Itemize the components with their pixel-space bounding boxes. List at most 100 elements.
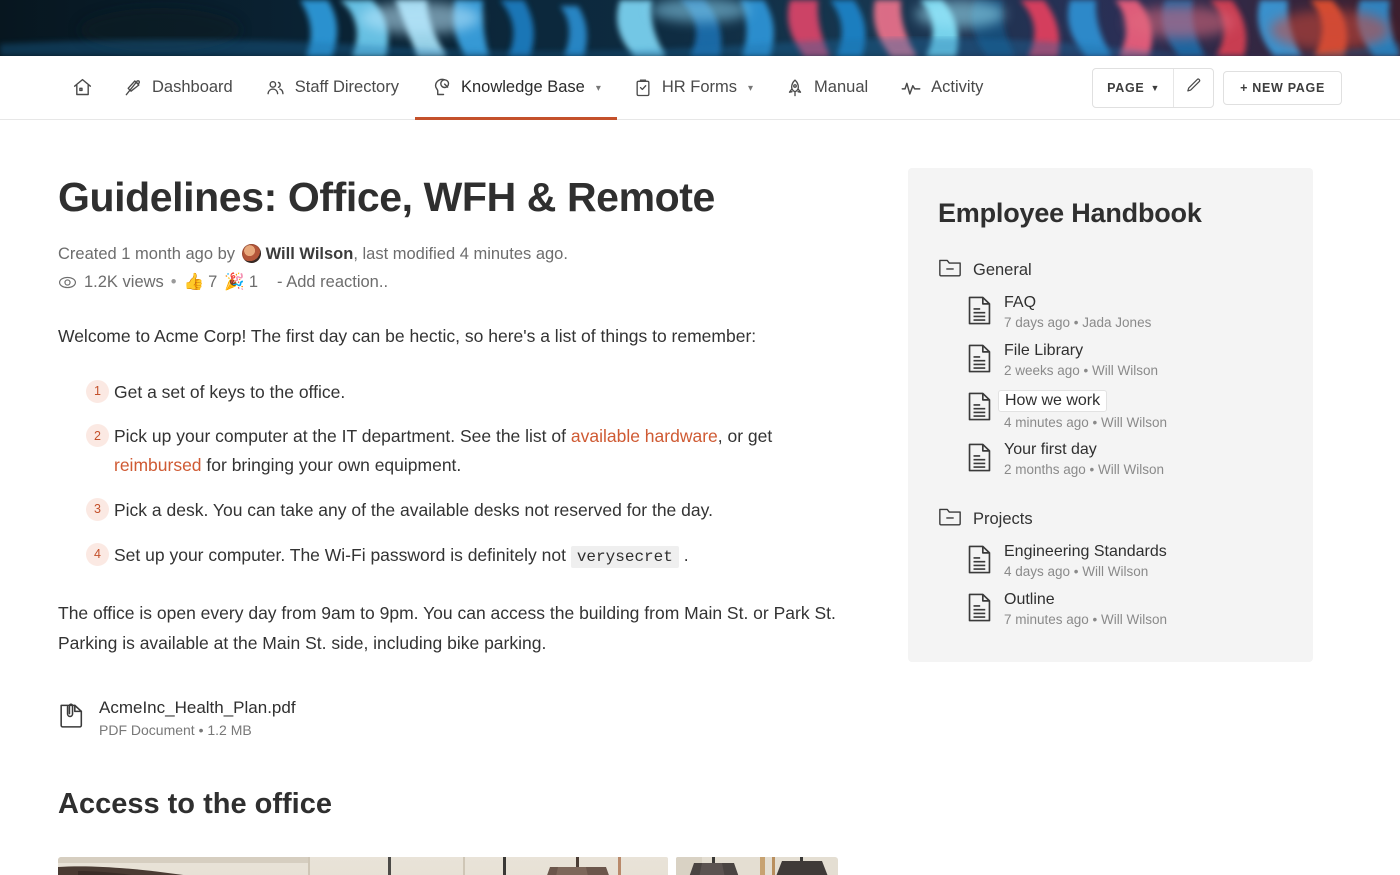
thumbs-up-icon: 👍	[183, 273, 205, 292]
nav-label-activity: Activity	[931, 78, 984, 96]
office-hours-paragraph: The office is open every day from 9am to…	[58, 603, 836, 653]
meta-created-prefix: Created 1 month ago by	[58, 244, 236, 263]
link-reimbursed[interactable]: reimbursed	[114, 455, 202, 475]
edit-page-button[interactable]	[1173, 68, 1213, 107]
chevron-down-icon[interactable]: ▾	[596, 83, 601, 94]
folder-label: Projects	[973, 509, 1033, 528]
step-text: Pick up your computer at the IT departme…	[114, 426, 571, 447]
image-gallery	[58, 857, 838, 875]
nav-item-manual[interactable]: Manual	[769, 56, 884, 120]
gallery-image-lamp-closeup[interactable]	[676, 857, 838, 875]
step-number: 1	[86, 379, 109, 403]
pencil-icon	[1185, 77, 1202, 99]
eye-icon	[58, 273, 77, 292]
step-text: .	[678, 545, 689, 566]
home-icon	[72, 77, 93, 98]
attachment-meta: PDF Document • 1.2 MB	[99, 722, 252, 739]
stats-separator: •	[170, 273, 177, 292]
caret-down-icon: ▼	[1150, 82, 1161, 93]
banner-artwork	[0, 0, 1400, 56]
new-page-button[interactable]: + NEW PAGE	[1223, 70, 1342, 105]
nav-label-manual: Manual	[814, 78, 869, 96]
step-text: , or get	[717, 426, 773, 447]
sidebar-page-meta: 2 weeks ago • Will Wilson	[1004, 363, 1159, 378]
sidebar-page-title: Engineering Standards	[1004, 543, 1167, 560]
sidebar-folder-general[interactable]: General	[938, 257, 1283, 283]
nav-label-dashboard: Dashboard	[152, 78, 233, 96]
main-navigation: Dashboard Staff Directory Knowledge Base	[0, 56, 1400, 120]
nav-label-staff-directory: Staff Directory	[294, 78, 399, 96]
intro-paragraph: Welcome to Acme Corp! The first day can …	[58, 326, 757, 347]
nav-item-home[interactable]	[58, 56, 107, 120]
sidebar-page-file-library[interactable]: File Library 2 weeks ago • Will Wilson	[938, 341, 1283, 379]
office-pendant-lamps-photo	[58, 857, 668, 875]
page-banner-image	[0, 0, 1400, 56]
sidebar-page-engineering-standards[interactable]: Engineering Standards 4 days ago • Will …	[938, 542, 1283, 580]
step-number: 2	[86, 424, 109, 448]
meta-author[interactable]: Will Wilson	[266, 245, 354, 263]
nav-actions: PAGE ▼ + NEW PAGE	[1092, 67, 1342, 108]
step-text: Get a set of keys to the office.	[114, 381, 346, 402]
sidebar-page-info: How we work 4 minutes ago • Will Wilson	[998, 389, 1168, 430]
page-title: Guidelines: Office, WFH & Remote	[58, 174, 715, 220]
sidebar-page-meta: 4 minutes ago • Will Wilson	[1004, 415, 1168, 430]
nav-item-dashboard[interactable]: Dashboard	[107, 56, 249, 120]
sidebar-page-info: Your first day 2 months ago • Will Wilso…	[1004, 440, 1164, 477]
sidebar-page-title: FAQ	[1004, 294, 1037, 311]
list-item: 1 Get a set of keys to the office.	[58, 378, 858, 407]
add-reaction-button[interactable]: - Add reaction..	[277, 273, 388, 292]
chevron-down-icon[interactable]: ▾	[748, 83, 753, 94]
avatar	[241, 243, 261, 263]
step-text: Pick a desk. You can take any of the ava…	[114, 500, 713, 521]
step-text: for bringing your own equipment.	[201, 455, 462, 476]
pulse-icon	[900, 77, 922, 99]
sidebar-page-info: Engineering Standards 4 days ago • Will …	[1004, 542, 1167, 579]
nav-label-knowledge-base: Knowledge Base	[460, 78, 585, 96]
wifi-password-code: verysecret	[570, 546, 679, 569]
sidebar-page-your-first-day[interactable]: Your first day 2 months ago • Will Wilso…	[938, 440, 1283, 478]
document-stats: 1.2K views • 👍 7 🎉 1 - Add reaction..	[58, 273, 858, 292]
nav-item-knowledge-base[interactable]: Knowledge Base ▾	[414, 56, 617, 120]
sidebar-page-meta: 7 days ago • Jada Jones	[1004, 315, 1152, 330]
rocket-icon	[785, 78, 805, 98]
gallery-image-lamps[interactable]	[58, 857, 668, 875]
attachment-card[interactable]: AcmeInc_Health_Plan.pdf PDF Document • 1…	[58, 698, 858, 738]
document-icon	[966, 544, 993, 580]
sidebar-page-outline[interactable]: Outline 7 minutes ago • Will Wilson	[938, 590, 1283, 628]
sidebar: Employee Handbook General FAQ 7 days ago…	[908, 120, 1313, 875]
page-dropdown-button[interactable]: PAGE ▼	[1093, 69, 1173, 107]
nav-item-activity[interactable]: Activity	[884, 56, 999, 120]
reaction-party-popper[interactable]: 🎉 1	[224, 273, 258, 292]
people-icon	[265, 77, 286, 98]
section-heading-access: Access to the office	[58, 788, 332, 821]
sidebar-page-meta: 2 months ago • Will Wilson	[1004, 462, 1165, 477]
reaction-count-party-popper: 1	[248, 273, 259, 292]
sidebar-page-faq[interactable]: FAQ 7 days ago • Jada Jones	[938, 293, 1283, 331]
attachment-info: AcmeInc_Health_Plan.pdf PDF Document • 1…	[99, 698, 296, 738]
sidebar-page-info: File Library 2 weeks ago • Will Wilson	[1004, 341, 1158, 378]
document-meta: Created 1 month ago by Will Wilson, last…	[58, 241, 858, 268]
document-icon	[966, 295, 993, 331]
sidebar-folder-projects[interactable]: Projects	[938, 506, 1283, 532]
sidebar-page-title: Outline	[1004, 591, 1055, 608]
page-dropdown-label: PAGE	[1107, 80, 1145, 95]
clipboard-check-icon	[633, 78, 653, 98]
folder-minus-icon	[938, 257, 962, 283]
party-popper-icon: 🎉	[224, 273, 245, 292]
list-item: 2 Pick up your computer at the IT departm…	[58, 422, 858, 480]
sidebar-page-meta: 4 days ago • Will Wilson	[1004, 564, 1149, 579]
head-brain-icon	[431, 77, 452, 98]
meta-modified-suffix: , last modified 4 minutes ago.	[353, 244, 568, 263]
sidebar-page-how-we-work[interactable]: How we work 4 minutes ago • Will Wilson	[938, 389, 1283, 430]
document-icon	[966, 442, 993, 478]
folder-minus-icon	[938, 506, 962, 532]
sidebar-page-title: File Library	[1004, 342, 1084, 359]
link-available-hardware[interactable]: available hardware	[571, 426, 718, 446]
reaction-thumbs-up[interactable]: 👍 7	[184, 273, 218, 292]
list-item: 3 Pick a desk. You can take any of the a…	[58, 496, 858, 525]
sidebar-page-info: Outline 7 minutes ago • Will Wilson	[1004, 590, 1167, 627]
sidebar-page-info: FAQ 7 days ago • Jada Jones	[1004, 293, 1151, 330]
nav-item-staff-directory[interactable]: Staff Directory	[249, 56, 415, 120]
document-icon	[966, 391, 993, 427]
nav-item-hr-forms[interactable]: HR Forms ▾	[617, 56, 769, 120]
